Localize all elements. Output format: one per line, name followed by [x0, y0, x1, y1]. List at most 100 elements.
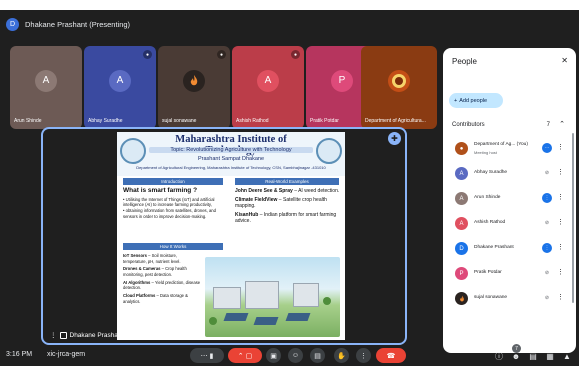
mic-off-icon: ●: [291, 50, 300, 59]
kebab-menu-icon[interactable]: ⋮: [557, 243, 564, 251]
how-bar: How It Works: [123, 243, 223, 250]
stage-presenter-label: ⋮ Dhakane Prashant: [50, 331, 124, 339]
intro-bar: Introduction: [123, 178, 223, 185]
raise-hand-button[interactable]: ✋: [334, 348, 349, 363]
participant-tile[interactable]: A Arun Shinde: [10, 46, 82, 129]
mic-on-icon: ⋮: [542, 193, 552, 203]
flame-icon: [459, 295, 464, 301]
kebab-menu-icon[interactable]: ⋮: [557, 193, 564, 201]
leave-call-button[interactable]: ☎: [376, 348, 406, 363]
kebab-menu-icon[interactable]: ⋮: [557, 168, 564, 176]
close-icon[interactable]: ✕: [561, 56, 568, 65]
slide-header: Maharashtra Institute of Technology Topi…: [117, 132, 345, 176]
contributors-count: 7: [546, 122, 550, 128]
chevron-up-icon: ⌃: [237, 352, 244, 360]
mic-button[interactable]: ⋯ ▮: [190, 348, 224, 363]
participant-name: Dhakane Prashant: [474, 245, 514, 250]
avatar: P: [331, 69, 353, 92]
list-item[interactable]: A Abhay Suradhe ⊘ ⋮: [443, 161, 576, 186]
captions-button[interactable]: ▤: [310, 348, 325, 363]
meet-window: D Dhakane Prashant (Presenting) A Arun S…: [0, 10, 579, 366]
mic-off-icon: ⊘: [544, 295, 550, 301]
flame-icon: [190, 74, 198, 86]
participant-name: sujal sonawane: [162, 118, 197, 124]
host-controls-icon[interactable]: ▲: [561, 350, 573, 362]
control-bar: 3:16 PM xic-jrca-gem ⋯ ▮ ⌃ ▢ ▣ ☺ ▤ ✋ ⋮ ☎…: [0, 344, 579, 366]
more-options-icon[interactable]: ⋯: [542, 143, 552, 153]
kebab-menu-icon[interactable]: ⋮: [557, 143, 564, 151]
hangup-icon: ☎: [386, 352, 396, 360]
people-count-badge: 7: [512, 344, 521, 353]
slide-department: Department of Agricultural Engineering, …: [136, 165, 326, 170]
present-button[interactable]: ▣: [266, 348, 281, 363]
info-icon[interactable]: ⓘ: [493, 350, 505, 362]
activities-icon[interactable]: ▦: [544, 350, 556, 362]
avatar: A: [35, 69, 57, 92]
mic-icon: ▮: [209, 352, 214, 360]
contributors-label: Contributors: [452, 122, 485, 128]
slide-subtitle: Topic: Revolutionizing Agriculture with …: [149, 147, 313, 153]
presenter-avatar: D: [6, 17, 19, 31]
institute-logo-icon: [120, 138, 146, 164]
bullet: • Utilising the Internet of Things (IoT)…: [123, 196, 215, 208]
add-person-icon: +: [454, 97, 458, 104]
intro-text: What is smart farming ? • Utilising the …: [123, 187, 223, 219]
kebab-menu-icon[interactable]: ⋮: [557, 268, 564, 276]
kebab-menu-icon[interactable]: ⋮: [557, 293, 564, 301]
camera-button[interactable]: ⌃ ▢: [228, 348, 262, 363]
mic-off-icon: ⊘: [544, 170, 550, 176]
list-item[interactable]: ● Department of Ag... (You) Meeting host…: [443, 136, 576, 161]
presentation-stage[interactable]: ✚ Maharashtra Institute of Technology To…: [41, 127, 407, 345]
emoji-button[interactable]: ☺: [288, 348, 303, 363]
how-text: IoT Sensors – Soil moisture, temperature…: [123, 253, 201, 304]
mic-icon: ⋮: [50, 332, 57, 339]
kebab-menu-icon[interactable]: ⋮: [557, 218, 564, 226]
avatar: D: [455, 242, 468, 255]
participant-tile[interactable]: Department of Agricultura...: [361, 46, 437, 129]
participant-name: Arun Shinde: [14, 118, 42, 124]
mic-off-icon: ⊘: [544, 270, 550, 276]
meeting-code: xic-jrca-gem: [47, 351, 86, 358]
participant-name: Pratik Potdar: [474, 270, 502, 275]
shared-slide: Maharashtra Institute of Technology Topi…: [117, 132, 345, 340]
people-title: People: [452, 57, 477, 66]
participant-tile[interactable]: ● A Abhay Suradhe: [84, 46, 156, 129]
chat-icon[interactable]: ▤: [527, 350, 539, 362]
participant-name: Department of Ag... (You): [474, 142, 528, 147]
participant-role: Meeting host: [474, 150, 497, 155]
avatar: [455, 292, 468, 305]
list-item[interactable]: D Dhakane Prashant ⋮ ⋮: [443, 236, 576, 261]
add-people-button[interactable]: + Add people: [449, 93, 503, 108]
captions-icon: ▤: [314, 352, 321, 360]
mic-off-icon: ●: [143, 50, 152, 59]
participant-name: Abhay Suradhe: [88, 118, 123, 124]
smart-heading: What is smart farming ?: [123, 187, 198, 194]
examples-bar: Real-World Examples: [235, 178, 339, 185]
participant-name: Ashish Rathod: [236, 118, 269, 124]
pin-icon[interactable]: ✚: [388, 132, 401, 145]
list-item[interactable]: P Pratik Potdar ⊘ ⋮: [443, 261, 576, 286]
avatar: [388, 69, 410, 92]
avatar: A: [455, 192, 468, 205]
institute-logo-icon: [316, 138, 342, 164]
avatar: A: [455, 167, 468, 180]
bullet: • obtaining information from satellites,…: [123, 208, 216, 219]
more-options-button[interactable]: ⋮: [356, 348, 371, 363]
list-item[interactable]: A Arun Shinde ⋮ ⋮: [443, 186, 576, 211]
slide-author: Prashant Sampat Dhakane: [197, 156, 265, 162]
participant-name: Abhay Suradhe: [474, 170, 508, 175]
participant-tile[interactable]: ● sujal sonawane: [158, 46, 230, 129]
examples-text: John Deere See & Spray – AI weed detecti…: [235, 188, 340, 224]
chevron-up-icon[interactable]: ⌃: [559, 120, 565, 128]
mic-on-icon: ⋮: [542, 243, 552, 253]
avatar: A: [455, 217, 468, 230]
list-item[interactable]: sujal sonawane ⊘ ⋮: [443, 286, 576, 311]
participant-list: ● Department of Ag... (You) Meeting host…: [443, 136, 576, 311]
presenting-header: D Dhakane Prashant (Presenting): [6, 14, 130, 34]
participant-tile[interactable]: ● A Ashish Rathod: [232, 46, 304, 129]
participant-name: Department of Agricultura...: [365, 118, 426, 124]
list-item[interactable]: A Ashish Rathod ⊘ ⋮: [443, 211, 576, 236]
avatar: ●: [455, 142, 468, 155]
people-panel: People ✕ + Add people Contributors 7 ⌃ ●…: [443, 48, 576, 353]
participant-name: Arun Shinde: [474, 195, 501, 200]
